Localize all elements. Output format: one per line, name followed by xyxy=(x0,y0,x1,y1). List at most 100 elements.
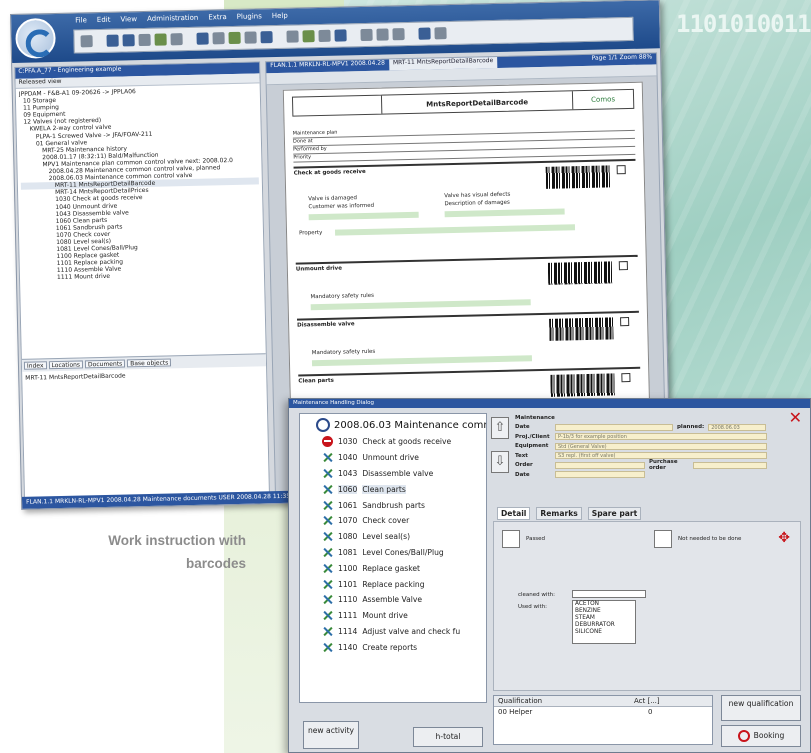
tab-documents[interactable]: Documents xyxy=(84,359,126,369)
input-field[interactable] xyxy=(308,211,419,221)
save-icon[interactable] xyxy=(122,34,135,47)
cut-icon[interactable] xyxy=(170,33,183,46)
list-option[interactable]: DEBURRATOR xyxy=(575,622,635,629)
input-field[interactable] xyxy=(311,355,533,367)
booking-button[interactable]: Booking xyxy=(721,725,801,747)
cleaned-with-select[interactable] xyxy=(572,590,646,598)
navigator-icon[interactable] xyxy=(244,31,257,44)
list-option[interactable]: STEAM xyxy=(575,615,635,622)
list-option[interactable]: ACETON xyxy=(575,601,635,608)
activity-item[interactable]: 1081 Level Cones/Ball/Plug xyxy=(300,545,486,561)
date2-field[interactable] xyxy=(555,471,645,479)
activity-code: 1060 xyxy=(338,484,358,494)
filter-icon[interactable] xyxy=(334,29,347,42)
section-checkbox[interactable] xyxy=(618,261,628,271)
tab-detail[interactable]: Detail xyxy=(497,507,531,520)
tools-icon xyxy=(322,531,333,542)
activity-item[interactable]: 1110 Assemble Valve xyxy=(300,592,486,608)
activity-item[interactable]: 1061 Sandbrush parts xyxy=(300,497,486,513)
menu-view[interactable]: View xyxy=(120,15,137,23)
new-qualification-button[interactable]: new qualification xyxy=(721,695,801,721)
tab-index[interactable]: Index xyxy=(23,361,47,370)
layout-icon[interactable] xyxy=(434,27,447,40)
activity-item[interactable]: 1043 Disassemble valve xyxy=(300,466,486,482)
menu-edit[interactable]: Edit xyxy=(97,16,111,24)
menu-extra[interactable]: Extra xyxy=(208,13,227,21)
h-total-button[interactable]: h-total xyxy=(413,727,483,747)
date-field[interactable] xyxy=(555,423,673,431)
new-activity-button[interactable]: new activity xyxy=(303,721,359,749)
report-section: Disassemble valve Mandatory safety rules xyxy=(296,310,641,371)
input-field[interactable] xyxy=(444,208,565,218)
arrow-up-icon[interactable]: ⇧ xyxy=(491,417,509,439)
section-checkbox[interactable] xyxy=(620,317,630,327)
query-icon[interactable] xyxy=(260,31,273,44)
detail-tabs: Detail Remarks Spare part xyxy=(497,507,642,520)
section-checkbox[interactable] xyxy=(621,373,631,383)
menu-bar: File Edit View Administration Extra Plug… xyxy=(75,12,288,25)
menu-file[interactable]: File xyxy=(75,16,87,24)
list-option[interactable]: BENZINE xyxy=(575,608,635,615)
delete-icon[interactable] xyxy=(360,28,373,42)
tab-base-objects[interactable]: Base objects xyxy=(127,358,172,368)
activity-item[interactable]: 1101 Replace packing xyxy=(300,576,486,592)
table-row[interactable]: 00 Helper 0 xyxy=(494,707,712,718)
activity-item[interactable]: 1030 Check at goods receive xyxy=(300,434,486,450)
activity-item[interactable]: 1114 Adjust valve and check fu xyxy=(300,624,486,640)
open-icon[interactable] xyxy=(106,34,119,47)
menu-plugins[interactable]: Plugins xyxy=(237,12,262,21)
tab-spare-part[interactable]: Spare part xyxy=(587,507,642,520)
search-icon[interactable] xyxy=(318,29,331,43)
close-icon[interactable]: ✕ xyxy=(789,410,802,426)
activity-item[interactable]: 1111 Mount drive xyxy=(300,608,486,624)
tab-locations[interactable]: Locations xyxy=(48,360,84,370)
activity-item[interactable]: 1070 Check cover xyxy=(300,513,486,529)
order-field[interactable] xyxy=(555,461,645,469)
menu-administration[interactable]: Administration xyxy=(147,14,198,23)
tools-icon xyxy=(322,626,333,637)
activity-code: 1101 xyxy=(338,579,358,589)
barcode xyxy=(549,317,614,341)
print-icon[interactable] xyxy=(138,33,151,47)
arrow-down-icon[interactable]: ⇩ xyxy=(491,451,509,473)
activity-item[interactable]: 1140 Create reports xyxy=(300,639,486,655)
activity-item[interactable]: 1080 Level seal(s) xyxy=(300,529,486,545)
equipment-field[interactable]: Std (General Valve) xyxy=(555,442,767,450)
passed-checkbox[interactable] xyxy=(502,530,520,548)
properties-icon[interactable] xyxy=(228,31,241,45)
proj-field[interactable]: P-1b/3 for example position xyxy=(555,433,767,441)
section-checkbox[interactable] xyxy=(616,165,626,175)
tools-icon xyxy=(322,515,333,526)
text-field[interactable]: S3 repl. (first off valve) xyxy=(555,452,767,460)
input-field[interactable] xyxy=(310,299,531,311)
qualification-name: 00 Helper xyxy=(498,708,533,716)
redo-icon[interactable] xyxy=(392,28,405,41)
app-logo-icon[interactable] xyxy=(15,17,57,59)
tab-remarks[interactable]: Remarks xyxy=(536,507,582,520)
window-icon[interactable] xyxy=(418,27,431,40)
activity-item-selected[interactable]: 1060 Clean parts xyxy=(300,481,486,497)
dialog-title: Maintenance Handling Dialog xyxy=(289,399,810,408)
list-option[interactable]: SILICONE xyxy=(575,629,635,636)
refresh-icon[interactable] xyxy=(154,33,167,46)
planned-field[interactable]: 2008.06.03 xyxy=(708,423,767,431)
activity-item[interactable]: 1100 Replace gasket xyxy=(300,560,486,576)
act-header[interactable]: Act [...] xyxy=(634,696,660,706)
report-icon[interactable] xyxy=(286,30,299,43)
object-list-item[interactable]: MRT-11 MntsReportDetailBarcode xyxy=(25,369,263,381)
not-needed-checkbox[interactable] xyxy=(654,530,672,548)
undo-icon[interactable] xyxy=(376,28,389,41)
cleaning-agent-list[interactable]: ACETON BENZINE STEAM DEBURRATOR SILICONE xyxy=(572,600,636,644)
copy-icon[interactable] xyxy=(196,32,209,45)
new-icon[interactable] xyxy=(80,35,93,48)
not-needed-label: Not needed to be done xyxy=(678,536,742,542)
move-icon[interactable]: ✥ xyxy=(778,530,790,546)
activity-tree-root[interactable]: 2008.06.03 Maintenance common c xyxy=(300,414,486,434)
activity-item[interactable]: 1040 Unmount drive xyxy=(300,450,486,466)
paste-icon[interactable] xyxy=(212,32,225,45)
input-field[interactable] xyxy=(334,224,576,236)
purchase-order-field[interactable] xyxy=(693,461,767,469)
menu-help[interactable]: Help xyxy=(272,12,288,20)
qualification-header[interactable]: Qualification xyxy=(494,696,634,706)
plugin-icon[interactable] xyxy=(302,30,315,43)
